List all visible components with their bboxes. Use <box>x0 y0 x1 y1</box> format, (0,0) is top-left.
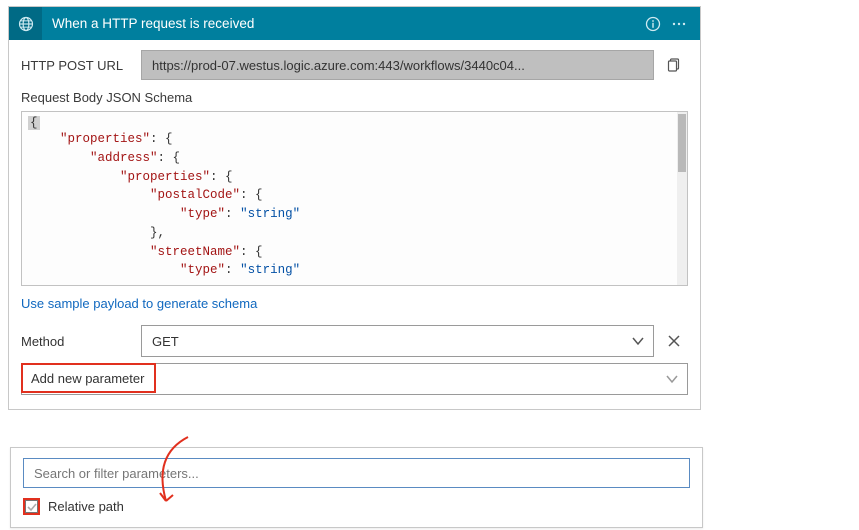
card-header: When a HTTP request is received <box>9 7 700 40</box>
method-value: GET <box>152 334 179 349</box>
trigger-card: When a HTTP request is received <box>8 6 701 410</box>
add-new-parameter-label: Add new parameter <box>31 371 144 386</box>
parameter-search-input[interactable] <box>23 458 690 488</box>
scrollbar-thumb[interactable] <box>678 114 686 172</box>
url-label: HTTP POST URL <box>21 58 141 73</box>
method-select[interactable]: GET <box>141 325 654 357</box>
url-row: HTTP POST URL https://prod-07.westus.log… <box>21 50 688 80</box>
info-icon[interactable] <box>642 13 664 35</box>
schema-content: "properties": { "address": { "properties… <box>22 130 687 286</box>
method-label: Method <box>21 334 141 349</box>
relative-path-option[interactable]: Relative path <box>23 498 690 515</box>
schema-scrollbar[interactable] <box>677 112 687 285</box>
parameter-dropdown-panel: Relative path <box>10 447 703 528</box>
sample-payload-link[interactable]: Use sample payload to generate schema <box>21 296 688 311</box>
relative-path-label: Relative path <box>48 499 124 514</box>
card-title: When a HTTP request is received <box>52 16 642 31</box>
copy-url-button[interactable] <box>660 51 688 79</box>
add-new-parameter-dropdown[interactable]: Add new parameter <box>21 363 688 395</box>
schema-textarea[interactable]: { "properties": { "address": { "properti… <box>21 111 688 286</box>
chevron-down-icon <box>631 334 645 348</box>
more-icon[interactable] <box>668 13 690 35</box>
clear-method-button[interactable] <box>660 327 688 355</box>
relative-path-checkbox[interactable] <box>23 498 40 515</box>
method-row: Method GET <box>21 325 688 357</box>
http-request-icon <box>9 7 42 40</box>
chevron-down-icon <box>665 372 679 386</box>
url-value: https://prod-07.westus.logic.azure.com:4… <box>141 50 654 80</box>
schema-label: Request Body JSON Schema <box>21 90 688 105</box>
add-new-parameter-highlight: Add new parameter <box>21 363 156 393</box>
